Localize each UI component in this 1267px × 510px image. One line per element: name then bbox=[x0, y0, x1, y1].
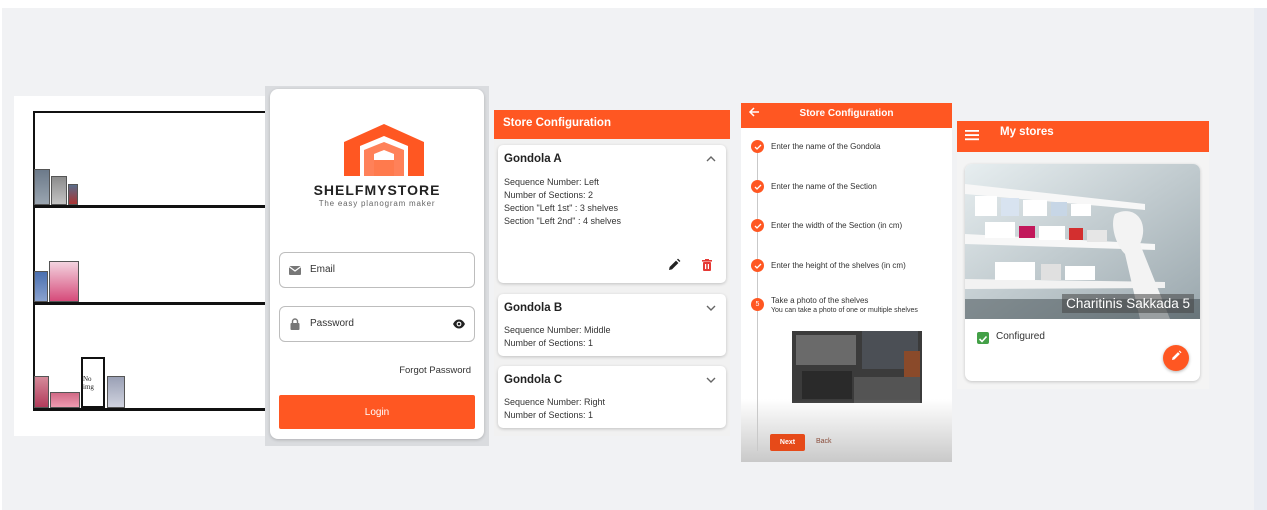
app-bar: Store Configuration bbox=[741, 103, 952, 128]
planogram-panel: No img bbox=[14, 96, 266, 436]
gondola-detail: Section "Left 2nd" : 4 shelves bbox=[504, 216, 621, 226]
email-label: Email bbox=[310, 264, 336, 275]
configured-label: Configured bbox=[996, 331, 1045, 342]
store-card[interactable]: Charitinis Sakkada 5 Configured bbox=[965, 164, 1200, 381]
app-bar: My stores bbox=[957, 121, 1209, 152]
gondola-detail: Number of Sections: 1 bbox=[504, 410, 594, 420]
gondola-name: Gondola C bbox=[504, 374, 563, 386]
app-bar-title: Store Configuration bbox=[799, 108, 894, 119]
shelf-line-3 bbox=[33, 408, 266, 411]
shelf-line-1 bbox=[33, 205, 266, 208]
checkbox-checked-icon[interactable] bbox=[977, 332, 989, 344]
product-box[interactable] bbox=[34, 169, 50, 205]
chevron-down-icon[interactable] bbox=[706, 304, 716, 315]
edit-store-button[interactable] bbox=[1163, 345, 1189, 371]
lock-icon bbox=[288, 317, 302, 331]
gondola-card[interactable]: Gondola A Sequence Number: Left Number o… bbox=[498, 145, 726, 283]
gondola-detail: Sequence Number: Left bbox=[504, 177, 600, 187]
product-box[interactable] bbox=[68, 184, 78, 205]
gondola-name: Gondola A bbox=[504, 153, 562, 165]
gondola-detail: Number of Sections: 1 bbox=[504, 338, 594, 348]
brand-name: SHELFMYSTORE bbox=[313, 182, 441, 198]
bottom-fade bbox=[741, 399, 952, 462]
brand-tagline: The easy planogram maker bbox=[318, 199, 436, 208]
gondola-list-panel: Store Configuration Gondola A Sequence N… bbox=[494, 110, 730, 436]
step-label: Enter the height of the shelves (in cm) bbox=[771, 261, 906, 270]
password-label: Password bbox=[310, 318, 354, 329]
store-name: Charitinis Sakkada 5 bbox=[1062, 294, 1194, 313]
delete-icon[interactable] bbox=[699, 257, 715, 273]
next-button[interactable]: Next bbox=[770, 434, 805, 451]
step-label: Enter the name of the Section bbox=[771, 182, 877, 191]
product-box[interactable] bbox=[51, 176, 67, 205]
right-edge-strip bbox=[1254, 8, 1267, 510]
gondola-detail: Section "Left 1st" : 3 shelves bbox=[504, 203, 618, 213]
store-photo: Charitinis Sakkada 5 bbox=[965, 164, 1200, 319]
step-sublabel: You can take a photo of one or multiple … bbox=[771, 307, 918, 314]
product-box[interactable] bbox=[49, 261, 79, 302]
configuration-stepper-panel: Store Configuration Enter the name of th… bbox=[741, 103, 952, 462]
gondola-detail: Sequence Number: Middle bbox=[504, 325, 611, 335]
gondola-card[interactable]: Gondola B Sequence Number: Middle Number… bbox=[498, 294, 726, 356]
product-box[interactable] bbox=[107, 376, 125, 408]
login-button[interactable]: Login bbox=[279, 395, 475, 429]
mail-icon bbox=[288, 263, 302, 277]
step-check-icon[interactable] bbox=[751, 259, 764, 272]
product-box[interactable] bbox=[34, 271, 48, 302]
app-bar-title: My stores bbox=[1000, 126, 1054, 138]
gondola-detail: Number of Sections: 2 bbox=[504, 190, 594, 200]
screenshot-canvas: No img SHELFMYSTORE The easy planogram m… bbox=[0, 0, 1267, 510]
app-bar: Store Configuration bbox=[494, 110, 730, 139]
gondola-detail: Sequence Number: Right bbox=[504, 397, 606, 407]
step-check-icon[interactable] bbox=[751, 140, 764, 153]
edit-icon[interactable] bbox=[666, 257, 682, 273]
my-stores-panel: My stores Charitinis Sakkada 5 Configure… bbox=[957, 121, 1209, 389]
no-image-product[interactable]: No img bbox=[81, 357, 105, 408]
no-image-label: No img bbox=[83, 374, 94, 391]
gondola-card[interactable]: Gondola C Sequence Number: Right Number … bbox=[498, 366, 726, 428]
login-card: SHELFMYSTORE The easy planogram maker Em… bbox=[270, 89, 484, 439]
password-field[interactable]: Password bbox=[279, 306, 475, 342]
step-number[interactable]: 5 bbox=[751, 298, 764, 311]
back-button[interactable]: Back bbox=[816, 438, 832, 445]
shelf-photo bbox=[792, 331, 922, 403]
product-box[interactable] bbox=[50, 392, 80, 408]
shelf-line-2 bbox=[33, 302, 266, 305]
login-panel: SHELFMYSTORE The easy planogram maker Em… bbox=[265, 86, 489, 446]
step-check-icon[interactable] bbox=[751, 180, 764, 193]
menu-icon[interactable] bbox=[965, 128, 979, 141]
product-box[interactable] bbox=[34, 376, 49, 408]
step-check-icon[interactable] bbox=[751, 219, 764, 232]
eye-icon[interactable] bbox=[452, 317, 466, 331]
chevron-up-icon[interactable] bbox=[706, 155, 716, 166]
shelfmystore-logo-icon bbox=[344, 124, 424, 176]
step-label: Enter the width of the Section (in cm) bbox=[771, 221, 903, 230]
step-label: Take a photo of the shelves bbox=[771, 296, 869, 305]
app-bar-title: Store Configuration bbox=[503, 117, 611, 129]
pencil-icon bbox=[1170, 349, 1182, 367]
chevron-down-icon[interactable] bbox=[706, 376, 716, 387]
gondola-name: Gondola B bbox=[504, 302, 563, 314]
forgot-password-link[interactable]: Forgot Password bbox=[399, 365, 471, 376]
step-label: Enter the name of the Gondola bbox=[771, 142, 881, 151]
email-field[interactable]: Email bbox=[279, 252, 475, 288]
